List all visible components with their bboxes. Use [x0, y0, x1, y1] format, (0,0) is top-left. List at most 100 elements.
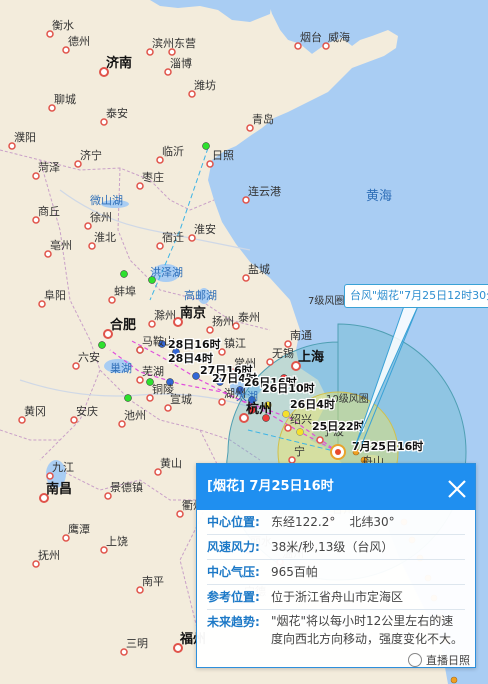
forecast-point[interactable]: [296, 428, 304, 436]
city-label: 扬州: [212, 314, 234, 328]
city-label: 潍坊: [194, 78, 216, 92]
city-label: 六安: [78, 350, 100, 364]
forecast-point[interactable]: [192, 372, 200, 380]
city-label: 濮阳: [14, 130, 36, 144]
city-label: 南平: [142, 575, 164, 588]
lake-label: 巢湖: [110, 362, 132, 375]
city-label: 淮安: [194, 222, 216, 236]
info-value: 38米/秒,13级（台风）: [271, 540, 394, 554]
city-label: 滁州: [154, 308, 176, 322]
city-label: 临沂: [162, 144, 184, 158]
latitude-value: 北纬30°: [349, 515, 395, 529]
info-value: 位于浙江省舟山市定海区: [271, 590, 404, 604]
forecast-point[interactable]: [124, 394, 132, 402]
city-label: 抚州: [38, 548, 60, 562]
city-label: 蚌埠: [114, 284, 136, 298]
city-label: 黄冈: [24, 404, 46, 418]
info-row-trend: 未来趋势: "烟花"将以每小时12公里左右的速度向西北方向移动，强度变化不大。: [207, 610, 465, 650]
city-label: 杭州: [246, 401, 272, 417]
forecast-point[interactable]: [120, 270, 128, 278]
city-label: 淮北: [94, 231, 116, 244]
city-label: 德州: [68, 34, 90, 48]
typhoon-center-icon[interactable]: [330, 444, 346, 460]
close-button[interactable]: [445, 475, 469, 499]
city-label: 无锡: [272, 346, 294, 360]
city-label: 芜湖: [142, 364, 164, 378]
track-time-label: 26日10时: [262, 381, 315, 395]
city-label: 鹰潭: [68, 522, 90, 536]
forecast-point[interactable]: [202, 142, 210, 150]
city-label: 绍兴: [290, 412, 312, 426]
city-label: 济宁: [80, 148, 102, 162]
city-label: 东营: [174, 36, 196, 50]
city-label: 滨州: [152, 36, 174, 50]
info-value: 965百帕: [271, 565, 318, 579]
city-label: 泰州: [238, 310, 260, 324]
city-label: 连云港: [248, 185, 281, 198]
tooltip-text: 台风"烟花"7月25日12时30分: [350, 289, 488, 302]
sea-label: 黄海: [366, 189, 392, 204]
city-label: 南昌: [46, 481, 72, 497]
info-value: "烟花"将以每小时12公里左右的速度向西北方向移动，强度变化不大。: [271, 614, 464, 646]
city-label: 三明: [126, 637, 148, 650]
info-row-center: 中心位置: 东经122.2° 北纬30°: [207, 510, 465, 535]
city-label: 景德镇: [110, 480, 143, 494]
track-time-label: 28日4时: [168, 351, 213, 365]
city-label: 池州: [124, 409, 146, 422]
info-row-pressure: 中心气压: 965百帕: [207, 560, 465, 585]
wechat-icon: [408, 653, 422, 667]
info-value: 东经122.2° 北纬30°: [265, 512, 465, 532]
info-key: 中心位置:: [207, 515, 260, 529]
city-label: 聊城: [54, 92, 76, 106]
info-key: 未来趋势:: [207, 615, 260, 629]
city-label: 盐城: [248, 263, 270, 276]
city-label: 亳州: [50, 238, 72, 252]
info-key: 参考位置:: [207, 590, 260, 604]
wind-circle-7-label: 7级风圈: [308, 295, 344, 307]
city-label: 商丘: [38, 204, 60, 218]
forecast-point[interactable]: [98, 341, 106, 349]
city-label: 菏泽: [38, 161, 60, 174]
track-time-label: 26日4时: [290, 397, 335, 411]
city-label: 徐州: [90, 210, 112, 224]
city-label: 青岛: [252, 112, 274, 126]
city-label: 合肥: [110, 317, 136, 333]
city-label: 南通: [290, 329, 312, 342]
typhoon-name-tooltip: 台风"烟花"7月25日12时30分: [344, 284, 488, 308]
forecast-point[interactable]: [282, 410, 290, 418]
longitude-value: 东经122.2°: [271, 515, 336, 529]
city-label: 镇江: [224, 336, 246, 350]
lake-label: 高邮湖: [184, 288, 217, 302]
city-label: 威海: [328, 30, 350, 44]
city-label: 南京: [180, 305, 206, 321]
city-label: 宿迁: [162, 230, 184, 244]
typhoon-info-panel: [烟花] 7月25日16时 中心位置: 东经122.2° 北纬30° 风速风力: …: [196, 463, 476, 668]
city-label: 淄博: [170, 57, 192, 70]
city-label: 济南: [106, 55, 132, 71]
city-label: 日照: [212, 149, 234, 162]
city-label: 宣城: [170, 392, 192, 406]
city-label: 九江: [52, 461, 74, 474]
city-label: 枣庄: [142, 170, 164, 184]
city-label: 烟台: [300, 30, 322, 44]
city-label: 衡水: [52, 19, 74, 32]
info-key: 中心气压:: [207, 565, 260, 579]
watermark-text: 直播日照: [426, 654, 470, 667]
track-time-label: 28日16时: [168, 337, 221, 351]
lake-label: 太湖: [236, 390, 258, 403]
city-label: 宁: [294, 444, 305, 458]
lake-label: 洪泽湖: [150, 265, 183, 279]
city-label: 泰安: [106, 106, 128, 120]
info-panel-title: [烟花] 7月25日16时: [207, 479, 334, 494]
info-row-reference: 参考位置: 位于浙江省舟山市定海区: [207, 585, 465, 610]
info-row-wind: 风速风力: 38米/秒,13级（台风）: [207, 535, 465, 560]
info-key: 风速风力:: [207, 540, 260, 554]
lake-label: 微山湖: [90, 193, 123, 207]
city-label: 安庆: [76, 404, 98, 418]
city-label: 阜阳: [44, 289, 66, 302]
city-label: 上饶: [106, 535, 128, 548]
watermark: 直播日照: [408, 652, 470, 668]
track-time-label: 25日22时: [312, 419, 365, 433]
close-icon: [448, 480, 466, 498]
city-label: 上海: [298, 349, 324, 365]
